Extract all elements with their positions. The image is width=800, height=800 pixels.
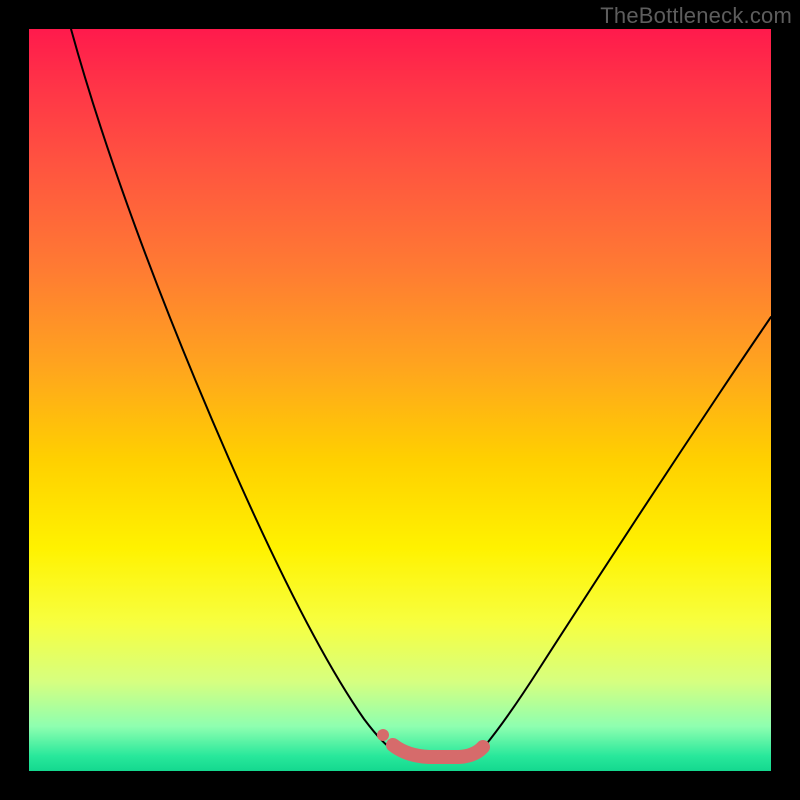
curves-overlay <box>29 29 771 771</box>
plot-area <box>29 29 771 771</box>
minimum-highlight <box>393 745 483 757</box>
minimum-highlight-dot <box>377 729 389 741</box>
curve-right <box>484 317 771 747</box>
chart-frame: TheBottleneck.com <box>0 0 800 800</box>
watermark-text: TheBottleneck.com <box>600 3 792 29</box>
curve-left <box>71 29 389 747</box>
